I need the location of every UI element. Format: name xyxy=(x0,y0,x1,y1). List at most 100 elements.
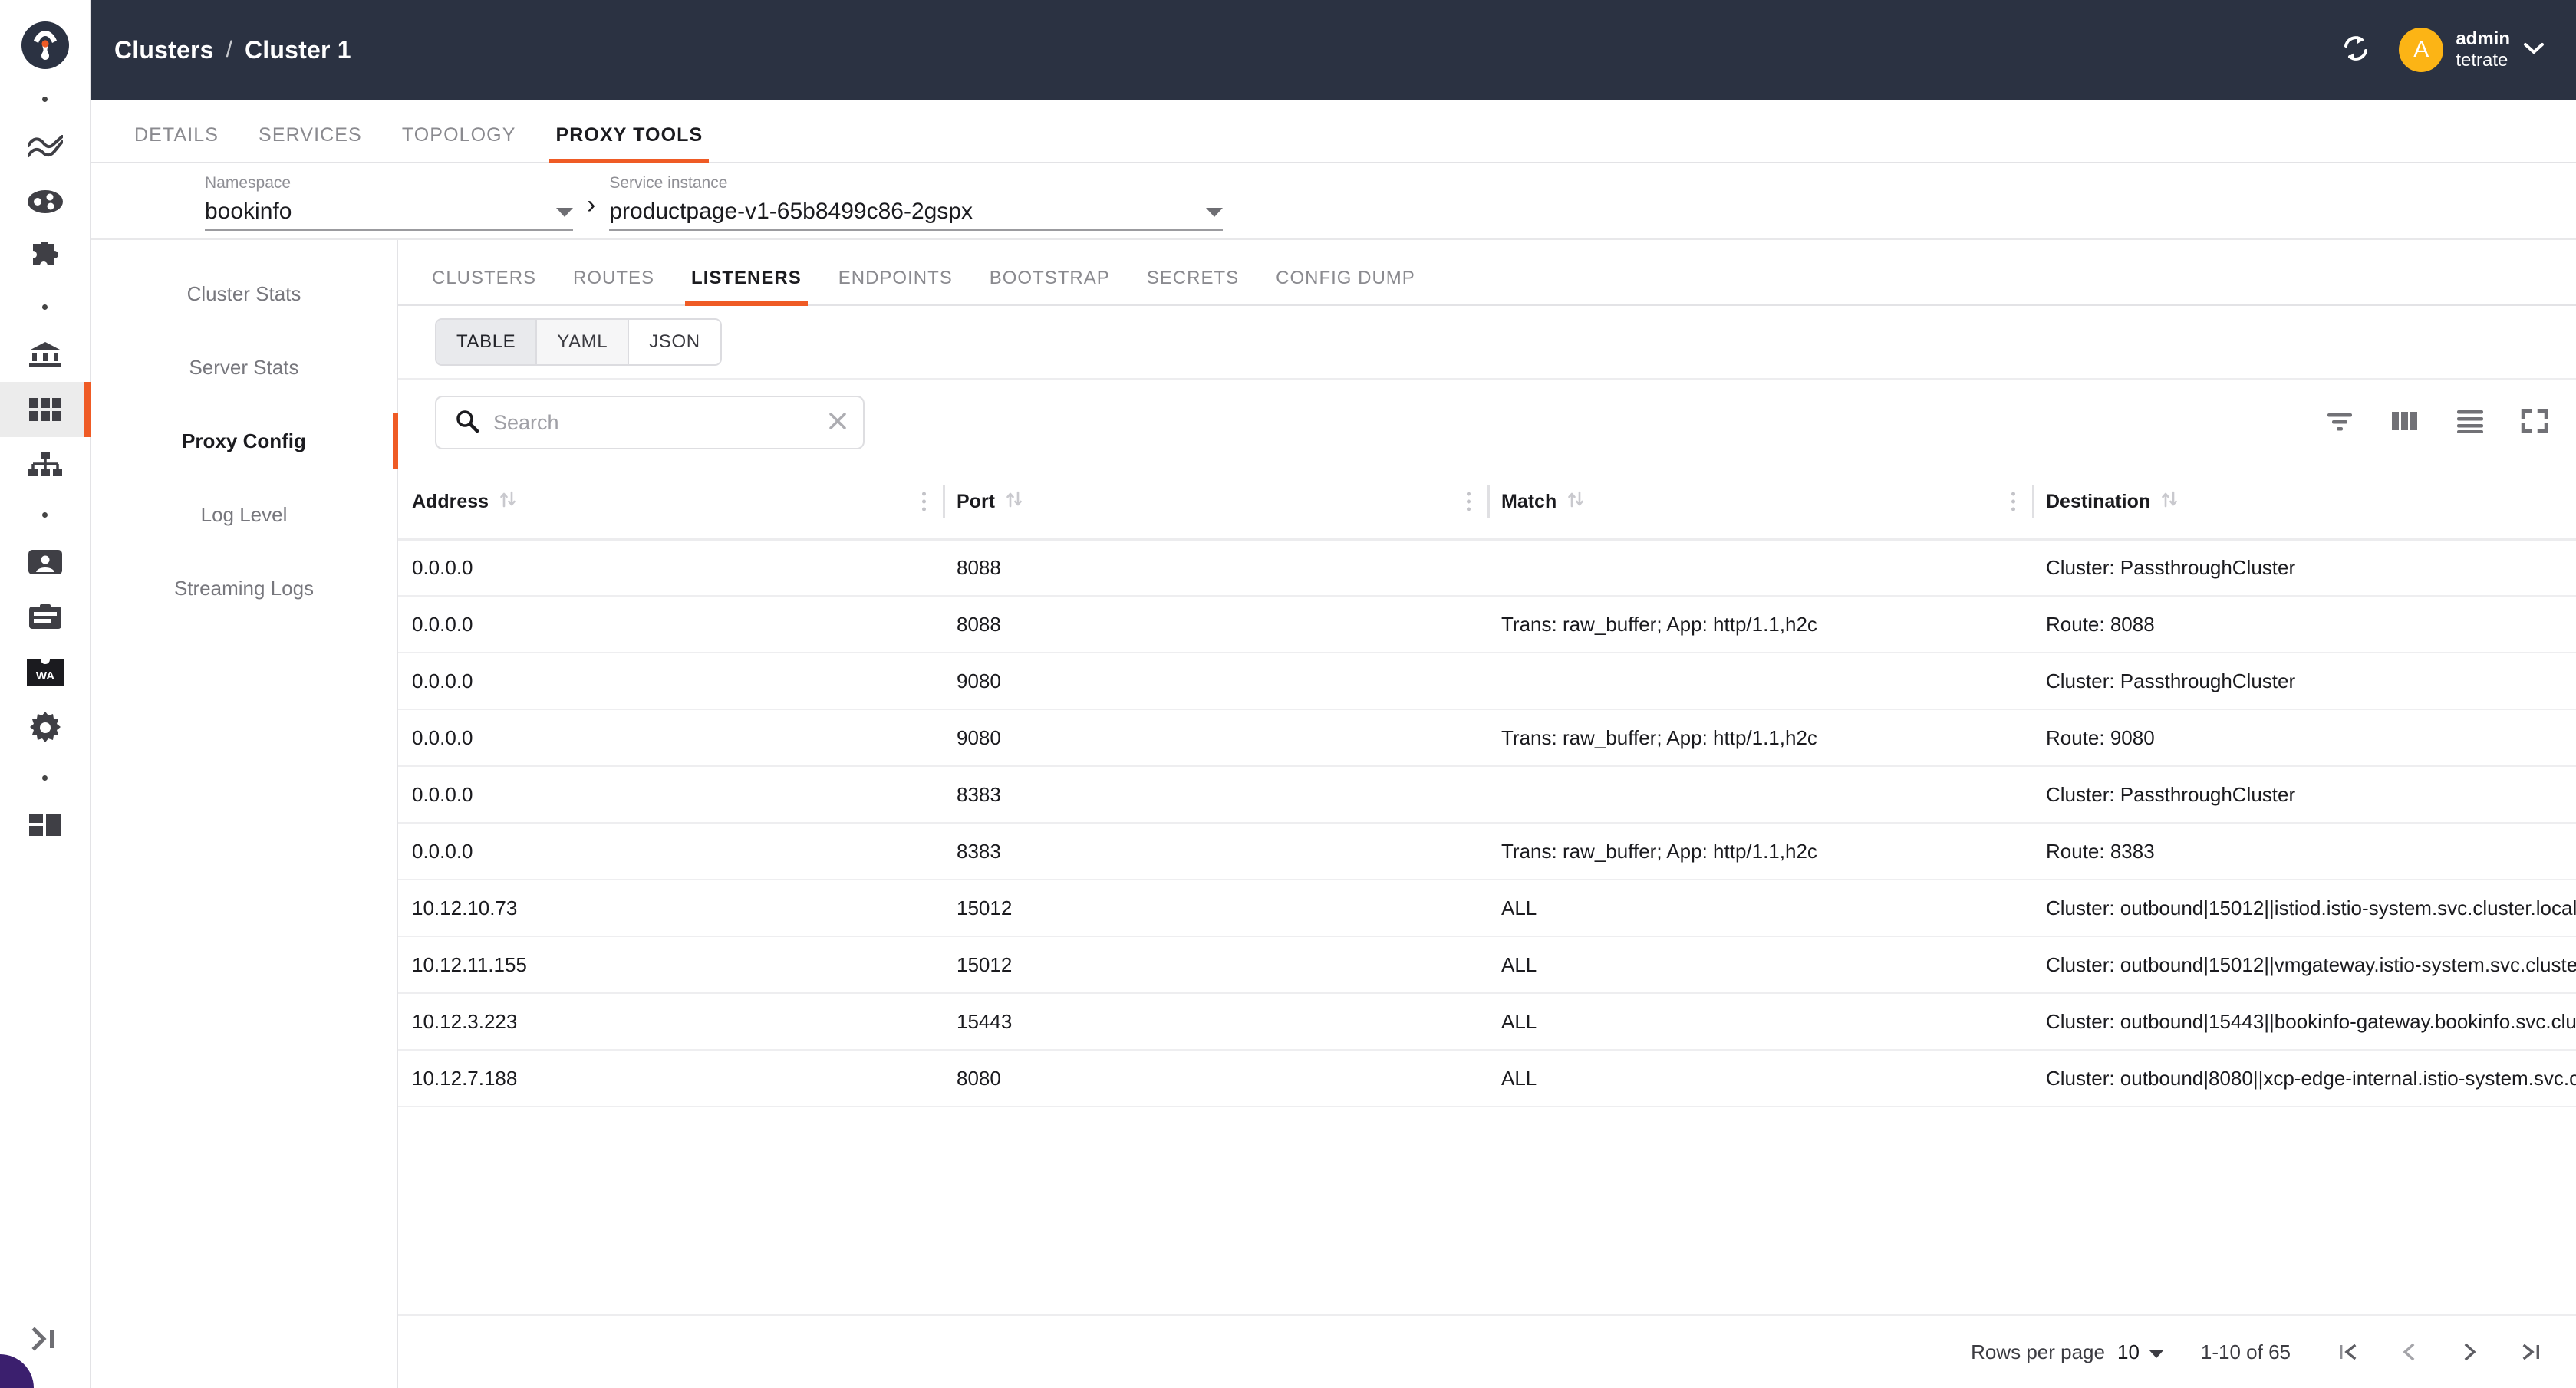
format-table-button[interactable]: TABLE xyxy=(436,320,538,364)
chevron-down-icon xyxy=(556,208,573,217)
sidebar-item-topology[interactable] xyxy=(0,437,91,492)
column-header-address[interactable]: Address xyxy=(398,465,943,541)
rail-dot-separator-3 xyxy=(42,512,48,518)
table-row[interactable]: 0.0.0.0 9080 Cluster: PassthroughCluster xyxy=(398,653,2576,710)
table-row[interactable]: 0.0.0.0 8383 Trans: raw_buffer; App: htt… xyxy=(398,823,2576,880)
sidebar-item-registry[interactable] xyxy=(0,590,91,645)
table-toolbar xyxy=(398,380,2576,465)
tab-details[interactable]: DETAILS xyxy=(114,124,239,162)
user-names: admin tetrate xyxy=(2456,28,2510,71)
sidebar-item-settings[interactable] xyxy=(0,700,91,755)
breadcrumb-item-cluster-1[interactable]: Cluster 1 xyxy=(245,36,351,64)
table-row[interactable]: 0.0.0.0 9080 Trans: raw_buffer; App: htt… xyxy=(398,709,2576,767)
pagination-range-label: 1-10 of 65 xyxy=(2200,1340,2291,1363)
sidebar-item-organization[interactable] xyxy=(0,327,91,382)
namespace-select[interactable]: Namespace bookinfo xyxy=(205,174,573,238)
columns-icon[interactable] xyxy=(2390,409,2420,436)
cell-destination: Cluster: outbound|8080||xcp-edge-interna… xyxy=(2032,1050,2576,1107)
service-instance-select[interactable]: Service instance productpage-v1-65b8499c… xyxy=(609,174,1224,238)
sidebar-item-log-level[interactable]: Log Level xyxy=(91,478,397,551)
tab-services[interactable]: SERVICES xyxy=(239,124,382,162)
service-instance-control[interactable]: productpage-v1-65b8499c86-2gspx xyxy=(609,199,1224,231)
cell-address: 0.0.0.0 xyxy=(398,766,943,824)
prev-page-icon[interactable] xyxy=(2392,1335,2426,1369)
breadcrumb-item-clusters[interactable]: Clusters xyxy=(114,36,214,64)
density-icon[interactable] xyxy=(2455,409,2485,437)
namespace-label: Namespace xyxy=(205,174,292,192)
tab-bootstrap[interactable]: BOOTSTRAP xyxy=(971,268,1128,304)
table-row[interactable]: 0.0.0.0 8088 Cluster: PassthroughCluster xyxy=(398,539,2576,597)
breadcrumb-separator: / xyxy=(226,37,232,62)
tab-topology[interactable]: TOPOLOGY xyxy=(382,124,536,162)
cell-address: 10.12.3.223 xyxy=(398,993,943,1051)
search-box[interactable] xyxy=(435,396,865,449)
chevron-down-icon[interactable] xyxy=(2148,1349,2164,1358)
column-menu-icon[interactable] xyxy=(1467,492,1471,511)
tab-routes[interactable]: ROUTES xyxy=(555,268,673,304)
selector-chevron-icon: › xyxy=(587,190,596,219)
table-head: Address Port Match Destination xyxy=(398,465,2576,541)
tab-endpoints[interactable]: ENDPOINTS xyxy=(820,268,971,304)
namespace-control[interactable]: bookinfo xyxy=(205,199,573,231)
tetrate-logo-icon[interactable] xyxy=(21,21,69,69)
page-tab-bar: DETAILS SERVICES TOPOLOGY PROXY TOOLS xyxy=(91,100,2576,163)
refresh-icon[interactable] xyxy=(2339,31,2373,69)
decorative-corner xyxy=(0,1354,34,1388)
tab-clusters[interactable]: CLUSTERS xyxy=(413,268,555,304)
sort-icon[interactable] xyxy=(1006,489,1023,515)
sidebar-item-dashboard[interactable] xyxy=(0,798,91,853)
last-page-icon[interactable] xyxy=(2515,1335,2548,1369)
column-header-port[interactable]: Port xyxy=(943,465,1487,541)
fullscreen-icon[interactable] xyxy=(2521,409,2548,437)
next-page-icon[interactable] xyxy=(2453,1335,2487,1369)
sidebar-item-analytics[interactable] xyxy=(0,119,91,174)
sidebar-item-integrations[interactable] xyxy=(0,229,91,285)
search-input[interactable] xyxy=(493,410,812,435)
sort-icon[interactable] xyxy=(1567,489,1584,515)
sidebar-item-wasm[interactable]: WA xyxy=(0,645,91,700)
namespace-value: bookinfo xyxy=(205,199,292,224)
cell-port: 8088 xyxy=(943,539,1487,597)
listeners-table-wrapper[interactable]: Address Port Match Destination 0.0.0.0 8… xyxy=(398,465,2576,1314)
cell-port: 15443 xyxy=(943,993,1487,1051)
tab-config-dump[interactable]: CONFIG DUMP xyxy=(1257,268,1434,304)
cell-match: Trans: raw_buffer; App: http/1.1,h2c xyxy=(1487,823,2032,880)
sidebar-item-service-mesh[interactable] xyxy=(0,174,91,229)
table-row[interactable]: 0.0.0.0 8383 Cluster: PassthroughCluster xyxy=(398,766,2576,824)
rows-per-page-select[interactable]: 10 xyxy=(2117,1340,2140,1364)
table-row[interactable]: 10.12.11.155 15012 ALL Cluster: outbound… xyxy=(398,936,2576,994)
search-icon xyxy=(455,409,479,437)
close-icon[interactable] xyxy=(826,409,849,436)
sort-icon[interactable] xyxy=(499,489,516,515)
format-json-button[interactable]: JSON xyxy=(629,320,720,364)
format-yaml-button[interactable]: YAML xyxy=(537,320,630,364)
first-page-icon[interactable] xyxy=(2331,1335,2364,1369)
tab-secrets[interactable]: SECRETS xyxy=(1128,268,1257,304)
sidebar-item-streaming-logs[interactable]: Streaming Logs xyxy=(91,551,397,625)
sort-icon[interactable] xyxy=(2161,489,2178,515)
sidebar-item-clusters[interactable] xyxy=(0,382,91,437)
tab-listeners[interactable]: LISTENERS xyxy=(673,268,820,306)
app-root: WA Clusters / Cluster 1 A admin tetrate … xyxy=(0,0,2576,1388)
expand-sidebar-button[interactable] xyxy=(0,1326,91,1356)
table-row[interactable]: 10.12.10.73 15012 ALL Cluster: outbound|… xyxy=(398,880,2576,937)
filter-icon[interactable] xyxy=(2324,409,2355,436)
column-menu-icon[interactable] xyxy=(2011,492,2015,511)
column-menu-icon[interactable] xyxy=(922,492,926,511)
content-body: Cluster Stats Server Stats Proxy Config … xyxy=(91,240,2576,1388)
sidebar-item-identity[interactable] xyxy=(0,534,91,590)
column-header-match[interactable]: Match xyxy=(1487,465,2032,541)
sidebar-item-proxy-config[interactable]: Proxy Config xyxy=(91,404,398,478)
cell-port: 8080 xyxy=(943,1050,1487,1107)
tab-proxy-tools[interactable]: PROXY TOOLS xyxy=(535,124,723,163)
rail-dot-separator-1 xyxy=(42,97,48,102)
sidebar-item-cluster-stats[interactable]: Cluster Stats xyxy=(91,257,397,331)
rows-per-page-label: Rows per page xyxy=(1971,1340,2105,1363)
table-row[interactable]: 10.12.3.223 15443 ALL Cluster: outbound|… xyxy=(398,993,2576,1051)
cell-match: ALL xyxy=(1487,936,2032,994)
table-row[interactable]: 10.12.7.188 8080 ALL Cluster: outbound|8… xyxy=(398,1050,2576,1107)
column-header-destination[interactable]: Destination xyxy=(2032,465,2576,541)
user-menu[interactable]: A admin tetrate xyxy=(2399,28,2545,72)
sidebar-item-server-stats[interactable]: Server Stats xyxy=(91,331,397,404)
table-row[interactable]: 0.0.0.0 8088 Trans: raw_buffer; App: htt… xyxy=(398,596,2576,653)
